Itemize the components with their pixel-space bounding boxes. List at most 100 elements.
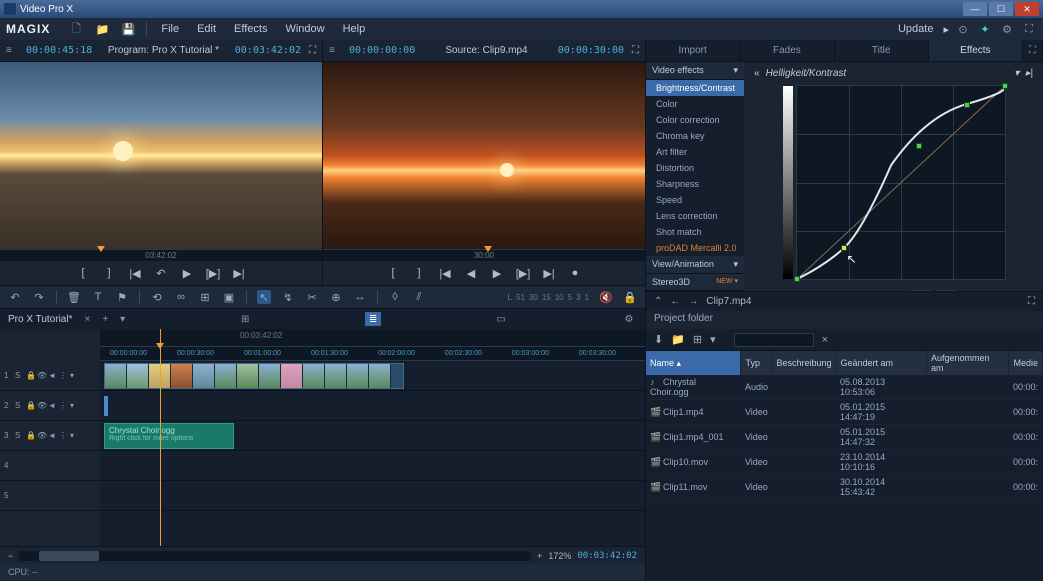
hamburger-icon[interactable]: ≡ [329,45,341,56]
tab-title[interactable]: Title [835,40,929,61]
curve-point[interactable] [916,143,922,149]
marker-icon[interactable] [484,246,492,252]
fx-sharpness[interactable]: Sharpness [646,176,744,192]
col-name[interactable]: Name ▴ [646,351,741,375]
track-4[interactable] [100,451,645,481]
mute-button[interactable]: 🔇 [599,290,613,304]
tab-menu-icon[interactable]: ▾ [120,314,125,325]
zoom-out-icon[interactable]: − [8,551,13,561]
nav-back-icon[interactable]: ← [670,296,680,307]
hamburger-icon[interactable]: ≡ [6,45,18,56]
play-range-button[interactable]: [▶] [515,265,531,281]
expand-icon[interactable]: ⛶ [632,45,639,56]
more-icon[interactable]: ▾ [70,371,78,380]
unlink-button[interactable]: ∞ [174,290,188,304]
col-med[interactable]: Medie [1009,351,1043,375]
cut-tool[interactable]: ✂ [305,290,319,304]
col-auf[interactable]: Aufgenommen am [926,351,1008,375]
fx-cat-view[interactable]: View/Animation▾ [646,256,744,274]
source-video[interactable] [323,62,645,249]
out-point-button[interactable]: ] [411,265,427,281]
in-point-button[interactable]: [ [75,265,91,281]
delete-button[interactable]: 🗑 [67,290,81,304]
search-input[interactable] [734,333,814,347]
import-icon[interactable]: ⬇ [654,333,663,346]
tab-effects[interactable]: Effects [929,40,1023,61]
tab-import[interactable]: Import [646,40,740,61]
save-icon[interactable]: 💾 [120,21,136,37]
audio-clip[interactable]: Chrystal Choir.ogg Right click for more … [104,423,234,449]
fx-chroma-key[interactable]: Chroma key [646,128,744,144]
track-3[interactable]: Chrystal Choir.ogg Right click for more … [100,421,645,451]
ripple-button[interactable]: ⫽ [412,290,426,304]
lock-button[interactable]: 🔒 [623,290,637,304]
zoom-tool[interactable]: ⊕ [329,290,343,304]
solo-icon[interactable]: S [15,371,23,380]
redo-button[interactable]: ↷ [32,290,46,304]
window-minimize-button[interactable]: — [963,2,987,16]
update-button[interactable]: Update [894,21,937,37]
menu-help[interactable]: Help [339,21,370,37]
playhead[interactable] [160,329,161,546]
group-button[interactable]: ⊞ [198,290,212,304]
h-scrollbar[interactable] [19,551,531,561]
step-back-button[interactable]: ↶ [153,265,169,281]
undo-button[interactable]: ↶ [8,290,22,304]
col-mod[interactable]: Geändert am [836,351,926,375]
col-desc[interactable]: Beschreibung [772,351,836,375]
preset-dropdown-icon[interactable]: ▾ [1014,68,1019,79]
gear-icon[interactable]: ⚙ [999,21,1015,37]
timeline-ruler-marks[interactable]: 00:00:00:0000:00:30:0000:01:00:0000:01:3… [100,347,645,361]
table-row[interactable]: 🎬Clip1.mp4_001Video05.01.2015 14:47:3200… [646,425,1043,450]
curve-tool[interactable]: ↯ [281,290,295,304]
table-row[interactable]: 🎬Clip11.movVideo30.10.2014 15:43:4200:00… [646,475,1043,500]
fullscreen-icon[interactable]: ⛶ [1021,21,1037,37]
curve-point[interactable] [964,102,970,108]
zoom-in-icon[interactable]: + [537,551,542,561]
menu-effects[interactable]: Effects [230,21,271,37]
panel-expand-icon[interactable]: ⛶ [1028,296,1035,307]
go-start-button[interactable]: |◀ [127,265,143,281]
tab-sequence[interactable]: Pro X Tutorial* [8,314,72,325]
settings-cyan-icon[interactable]: ✦ [977,21,993,37]
menu-edit[interactable]: Edit [193,21,220,37]
fx-color[interactable]: Color [646,96,744,112]
collapse-icon[interactable]: « [754,68,760,79]
info-icon[interactable]: ⊙ [955,21,971,37]
options-icon[interactable]: ▾ [710,333,716,346]
update-arrow-icon[interactable]: ▸ [943,23,949,36]
go-end-button[interactable]: ▶| [231,265,247,281]
video-clip[interactable] [104,363,404,389]
out-point-button[interactable]: ] [101,265,117,281]
table-row[interactable]: ♪Chrystal Choir.oggAudio05.08.2013 10:53… [646,375,1043,400]
link-button[interactable]: ⟲ [150,290,164,304]
go-start-button[interactable]: |◀ [437,265,453,281]
mouse-mode-button[interactable]: ◊ [388,290,402,304]
curve-point-selected[interactable] [841,245,847,251]
text-button[interactable]: T [91,290,105,304]
eye-icon[interactable]: 👁 [37,371,45,380]
menu-file[interactable]: File [157,21,183,37]
view-mode-icon[interactable]: ⊞ [693,333,702,346]
fx-shot-match[interactable]: Shot match [646,224,744,240]
lock-icon[interactable]: 🔒 [26,371,34,380]
fx-brightness-contrast[interactable]: Brightness/Contrast [646,80,744,96]
vol-icon[interactable]: ◄ [48,371,56,380]
curve-editor[interactable]: ↖ [796,85,1006,280]
window-maximize-button[interactable]: ☐ [989,2,1013,16]
tab-add-icon[interactable]: + [102,314,108,325]
fx-lens-correction[interactable]: Lens correction [646,208,744,224]
table-row[interactable]: 🎬Clip10.movVideo23.10.2014 10:10:1600:00… [646,450,1043,475]
table-row[interactable]: 🎬Clip1.mp4Video05.01.2015 14:47:1900:00: [646,400,1043,425]
search-clear-icon[interactable]: × [822,334,828,346]
clip-stub[interactable] [104,396,108,416]
go-end-button[interactable]: ▶| [541,265,557,281]
in-point-button[interactable]: [ [385,265,401,281]
play-button[interactable]: ▶ [179,265,195,281]
track-2[interactable] [100,391,645,421]
panel-expand-icon[interactable]: ⛶ [1023,40,1043,61]
track-5[interactable] [100,481,645,511]
menu-window[interactable]: Window [281,21,328,37]
col-typ[interactable]: Typ [741,351,772,375]
stretch-tool[interactable]: ↔ [353,290,367,304]
